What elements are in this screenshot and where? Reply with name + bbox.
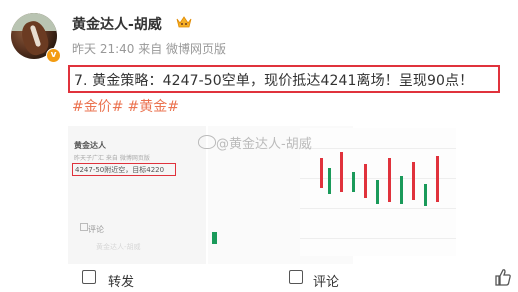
username[interactable]: 黄金达人-胡威 [72,14,162,34]
post-time[interactable]: 昨天 21:40 [72,42,134,56]
share-button[interactable]: 转发 [108,271,134,290]
mini-comment-icon [80,223,88,231]
hashtags: #金价# #黄金# [72,96,183,116]
thumbs-up-icon[interactable] [495,268,511,286]
post-source: 来自 微博网页版 [138,42,227,56]
candle [328,168,331,194]
share-icon[interactable] [82,270,96,284]
mini-post-text: 4247-50附近空，目标4220 [75,166,165,174]
candle [320,158,323,188]
trading-screenshot [300,128,456,256]
candle [400,176,403,204]
mini-username: 黄金达人 [74,141,106,150]
volume-bar [212,232,217,244]
mini-comment-label: 评论 [88,225,104,234]
member-crown-icon[interactable] [176,15,192,29]
grid-line [300,208,456,209]
grid-line [300,178,456,179]
tag-gold[interactable]: #黄金# [127,99,178,115]
tag-gold-price[interactable]: #金价# [72,99,123,115]
candle [376,180,379,204]
post-image-1[interactable]: 黄金达人 昨天子广汇 来自 微博网页版 4247-50附近空，目标4220 评论… [68,126,206,264]
grid-line [300,148,456,149]
candle [424,184,427,206]
candle [436,156,439,202]
candle [364,164,367,198]
candle [388,158,391,202]
grid-line [300,238,456,239]
comment-button[interactable]: 评论 [313,271,339,290]
mini-faded-text: 黄金达人-胡威 [96,243,141,251]
candle [340,152,343,192]
weibo-watermark-icon [198,135,216,149]
comment-icon[interactable] [289,270,303,284]
mini-meta: 昨天子广汇 来自 微博网页版 [74,155,150,162]
candle [412,162,415,200]
post-text: 7. 黄金策略：4247-50空单，现价抵达4241离场！呈现90点！ [74,73,474,89]
image-watermark: @黄金达人-胡威 [216,137,312,152]
post-meta: 昨天 21:40 来自 微博网页版 [72,40,226,57]
verified-badge-icon: v [46,48,61,63]
candle [352,172,355,192]
